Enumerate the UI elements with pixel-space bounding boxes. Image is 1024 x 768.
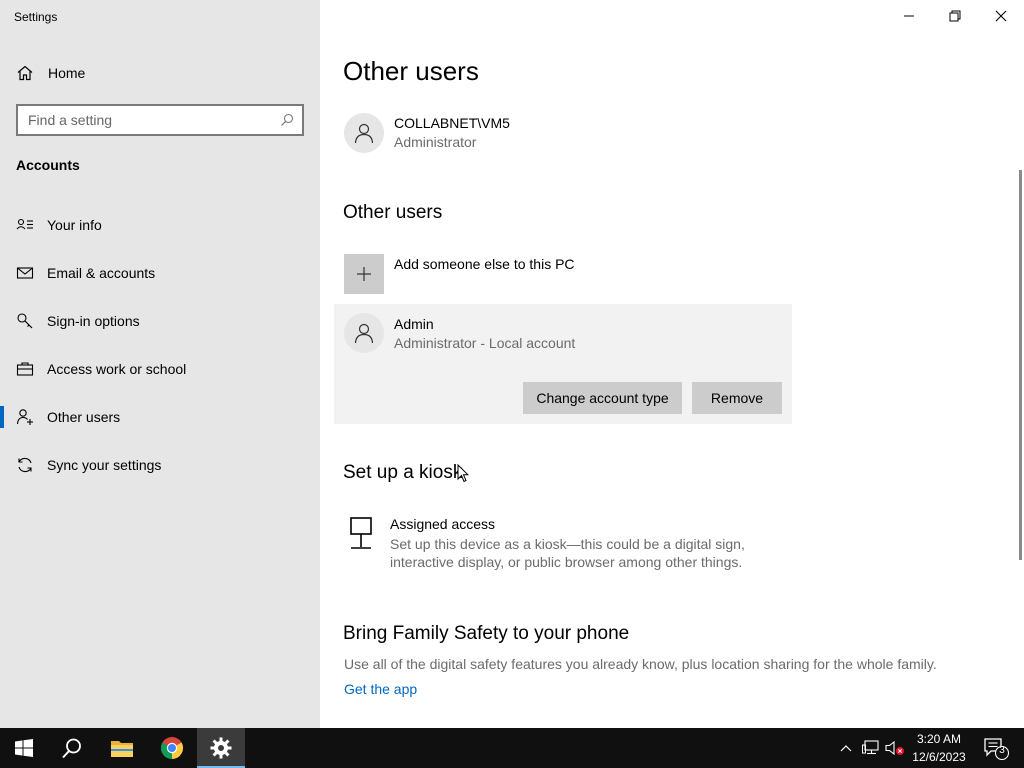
assigned-access-description-2: interactive display, or public browser a…: [390, 554, 743, 570]
scrollbar[interactable]: [1019, 170, 1022, 560]
avatar: [344, 113, 384, 153]
family-safety-description: Use all of the digital safety features y…: [344, 656, 937, 672]
avatar: [344, 313, 384, 353]
selected-user-name: Admin: [394, 316, 434, 332]
briefcase-icon: [16, 360, 34, 378]
remove-button[interactable]: Remove: [692, 382, 782, 414]
add-user-button[interactable]: [344, 254, 384, 294]
sidebar-item-access-work-school[interactable]: Access work or school: [0, 349, 320, 389]
volume-muted-icon: [885, 740, 904, 756]
home-icon: [16, 64, 34, 82]
notification-count: 3: [999, 745, 1005, 756]
person-card-icon: [16, 216, 34, 234]
settings-taskbar-button[interactable]: [197, 728, 245, 768]
mail-icon: [16, 264, 34, 282]
selected-user-card[interactable]: Admin Administrator - Local account Chan…: [334, 304, 792, 424]
folder-icon: [111, 741, 133, 757]
mouse-cursor-icon: [457, 463, 470, 488]
search-input[interactable]: [28, 112, 280, 128]
chrome-button[interactable]: [148, 728, 196, 768]
page-title: Other users: [343, 56, 479, 86]
volume-tray-button[interactable]: [884, 728, 906, 768]
sidebar-item-label: Sync your settings: [47, 457, 162, 473]
search-box[interactable]: [16, 104, 304, 136]
home-label: Home: [48, 65, 86, 81]
person-add-icon: [16, 408, 34, 426]
assigned-access-description-1: Set up this device as a kiosk—this could…: [390, 536, 745, 552]
sidebar-item-other-users[interactable]: Other users: [0, 397, 320, 437]
clock-date: 12/6/2023: [912, 750, 966, 764]
gear-icon: [210, 737, 232, 759]
person-icon: [354, 123, 374, 144]
change-account-type-button[interactable]: Change account type: [523, 382, 682, 414]
file-explorer-button[interactable]: [98, 728, 146, 768]
sidebar-item-label: Sign-in options: [47, 313, 140, 329]
person-icon: [354, 323, 374, 344]
taskbar: 3:20 AM 12/6/2023 3: [0, 728, 1024, 768]
chrome-icon: [161, 737, 183, 759]
network-tray-button[interactable]: [860, 728, 882, 768]
add-user-label[interactable]: Add someone else to this PC: [394, 256, 575, 272]
chevron-up-icon: [840, 745, 852, 752]
sidebar-item-label: Email & accounts: [47, 265, 156, 281]
section-title: Accounts: [16, 157, 80, 173]
home-nav-item[interactable]: Home: [16, 62, 85, 84]
sidebar-item-label: Other users: [47, 409, 121, 425]
clock[interactable]: 3:20 AM 12/6/2023: [904, 730, 974, 766]
family-safety-heading: Bring Family Safety to your phone: [343, 623, 630, 644]
main-content: Other users COLLABNET\VM5 Administrator …: [320, 0, 1024, 728]
sidebar-item-label: Access work or school: [47, 361, 187, 377]
current-user-role: Administrator: [394, 134, 477, 150]
other-users-heading: Other users: [343, 202, 443, 223]
search-taskbar-button[interactable]: [48, 728, 96, 768]
kiosk-icon: [348, 516, 376, 557]
sidebar-item-your-info[interactable]: Your info: [0, 205, 320, 245]
action-center-button[interactable]: 3: [978, 728, 1014, 768]
get-the-app-link[interactable]: Get the app: [344, 681, 417, 697]
sync-icon: [16, 456, 34, 474]
assigned-access-title[interactable]: Assigned access: [390, 516, 495, 532]
sidebar-item-email-accounts[interactable]: Email & accounts: [0, 253, 320, 293]
current-user-name: COLLABNET\VM5: [394, 115, 510, 131]
sidebar-item-sync-settings[interactable]: Sync your settings: [0, 445, 320, 485]
show-hidden-icons-button[interactable]: [836, 728, 856, 768]
window-title: Settings: [14, 10, 58, 24]
plus-icon: [357, 267, 371, 281]
selected-user-role: Administrator - Local account: [394, 335, 576, 351]
sidebar: Settings Home Accounts Your info Email &…: [0, 0, 320, 728]
network-icon: [862, 740, 879, 755]
sidebar-item-label: Your info: [47, 217, 102, 233]
search-icon[interactable]: [280, 113, 294, 127]
sidebar-item-sign-in-options[interactable]: Sign-in options: [0, 301, 320, 341]
windows-logo-icon: [15, 739, 33, 757]
clock-time: 3:20 AM: [916, 732, 962, 746]
key-icon: [16, 312, 34, 330]
start-button[interactable]: [0, 728, 48, 768]
search-icon: [62, 738, 81, 759]
kiosk-heading: Set up a kiosk: [343, 462, 463, 483]
